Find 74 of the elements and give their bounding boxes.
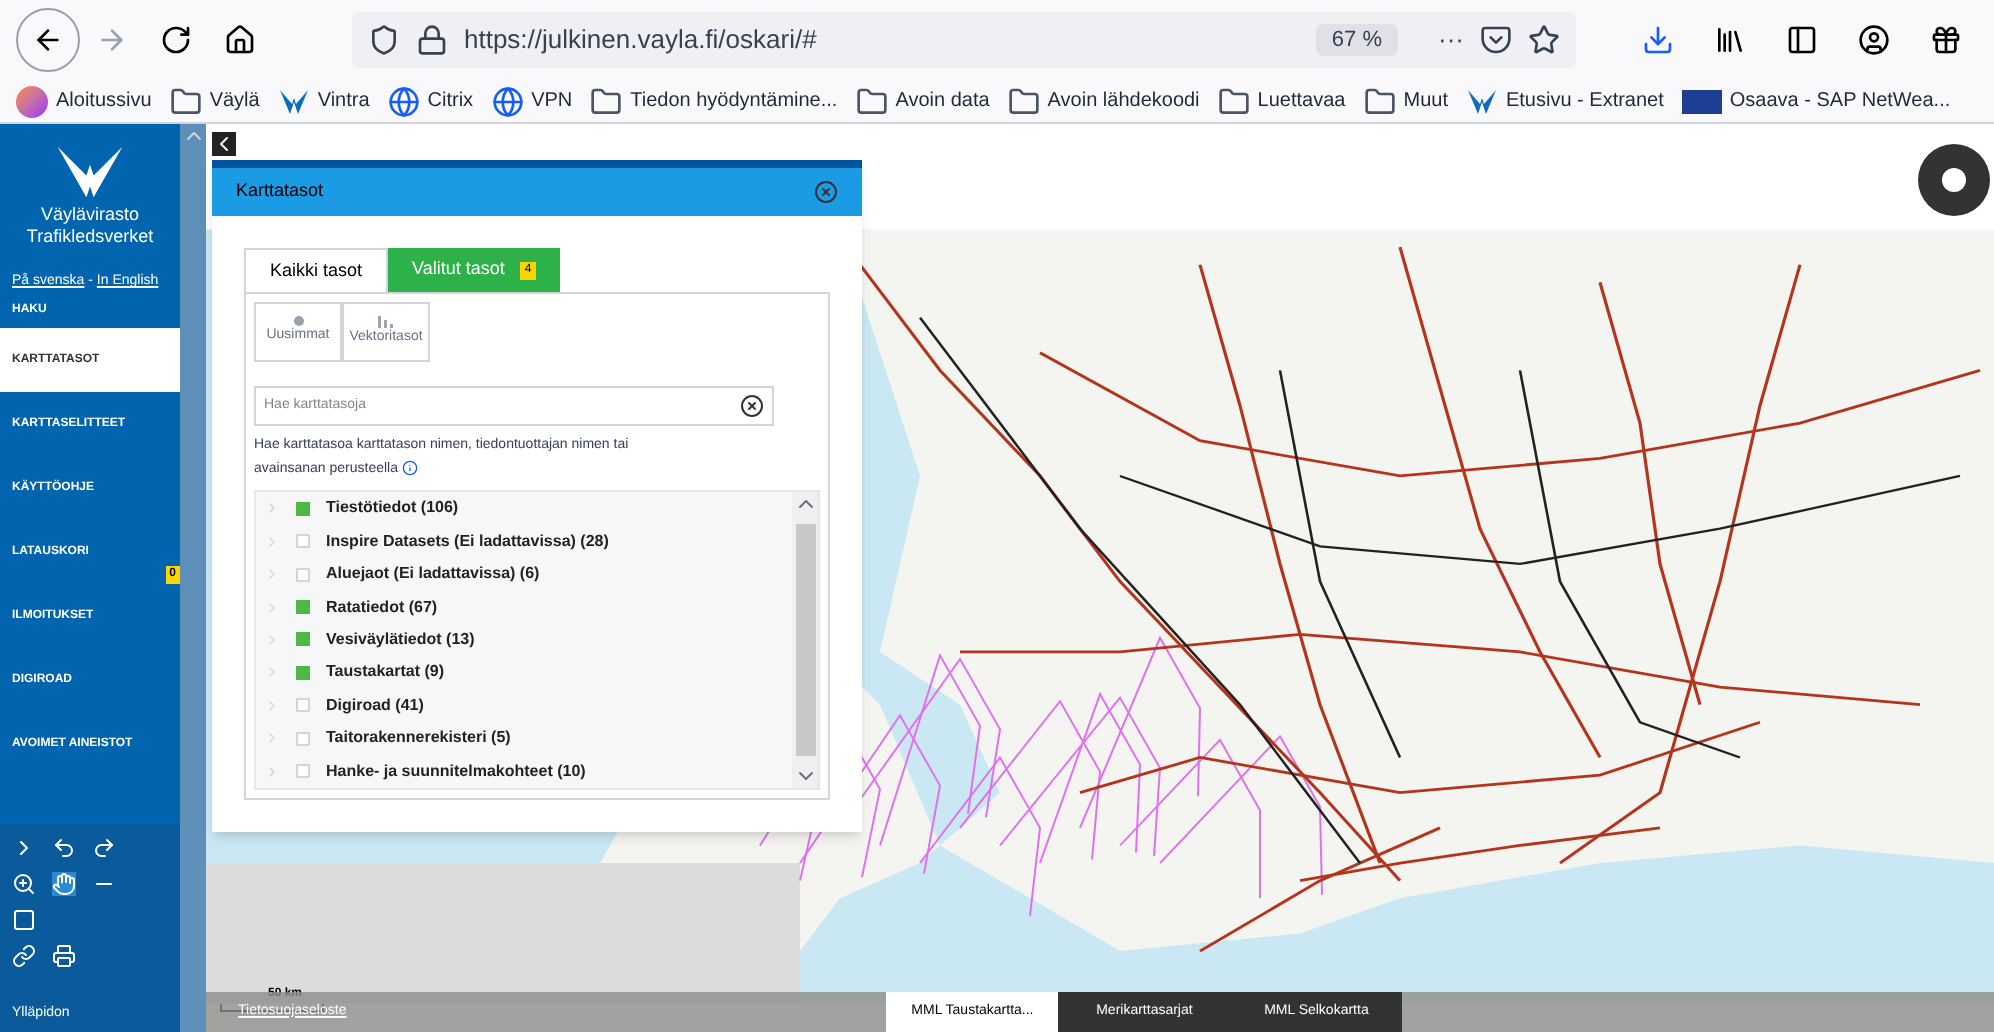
group-label: Hanke- ja suunnitelmakohteet (10)	[326, 759, 586, 784]
reload-icon[interactable]	[160, 24, 192, 56]
org-name: Trafikledsverket	[26, 226, 154, 248]
group-label: Digiroad (41)	[326, 693, 424, 718]
bookmark-item[interactable]: Citrix	[387, 85, 474, 117]
layer-group[interactable]: Vesiväylätiedot (13)	[256, 623, 792, 657]
group-label: Aluejaot (Ei ladattavissa) (6)	[326, 562, 540, 587]
home-icon[interactable]	[224, 24, 256, 56]
bookmark-item[interactable]: Etusivu - Extranet	[1465, 85, 1664, 117]
zoom-level[interactable]: 67 %	[1315, 23, 1398, 57]
folder-icon	[169, 85, 202, 117]
globe-icon	[491, 85, 524, 117]
redo-icon[interactable]	[92, 835, 116, 859]
folder-icon	[1363, 85, 1396, 117]
download-icon[interactable]	[1642, 24, 1674, 56]
close-icon[interactable]	[814, 180, 838, 204]
layer-group[interactable]: Taitorakennerekisteri (5)	[256, 722, 792, 755]
group-label: Taitorakennerekisteri (5)	[326, 726, 511, 751]
browser-logo-icon	[16, 85, 48, 117]
layer-group[interactable]: Taustakartat (9)	[256, 656, 792, 690]
pocket-icon[interactable]	[1480, 24, 1512, 56]
bookmark-item[interactable]: Avoin lähdekoodi	[1007, 85, 1200, 117]
info-icon	[401, 460, 418, 477]
layer-group[interactable]: Hanke- ja suunnitelmakohteet (10)	[256, 755, 792, 788]
group-label: Taustakartat (9)	[326, 660, 444, 685]
group-label: Tiestötiedot (106)	[326, 496, 459, 521]
pan-control[interactable]	[1918, 144, 1990, 216]
bookmark-item[interactable]: Luettavaa	[1217, 85, 1346, 117]
bookmark-item[interactable]: Tiedon hyödyntämine...	[590, 85, 838, 117]
layer-group[interactable]: Aluejaot (Ei ladattavissa) (6)	[256, 557, 792, 591]
print-icon[interactable]	[52, 943, 76, 967]
bars-icon	[378, 315, 394, 328]
bookmark-item[interactable]: VPN	[491, 85, 573, 117]
folder-icon	[1007, 85, 1040, 117]
more-actions[interactable]: ···	[1438, 20, 1464, 60]
account-icon[interactable]	[1858, 24, 1890, 56]
list-scrollbar[interactable]	[792, 492, 818, 788]
bookmark-item[interactable]: Avoin data	[855, 85, 990, 117]
bookmark-item[interactable]: Aloitussivu	[16, 85, 152, 117]
lock-icon	[416, 24, 448, 56]
undo-icon[interactable]	[52, 835, 76, 859]
back-button[interactable]	[16, 8, 80, 72]
address-bar[interactable]: https://julkinen.vayla.fi/oskari/# 67 % ···	[352, 12, 1576, 68]
extension-icon[interactable]	[1930, 24, 1962, 56]
library-icon[interactable]	[1714, 24, 1746, 56]
bookmark-item[interactable]: Vintra	[277, 85, 370, 117]
group-label: Vesiväylätiedot (13)	[326, 627, 475, 652]
folder-icon	[1217, 85, 1250, 117]
panel-tab[interactable]: Kaikki tasot	[244, 248, 389, 292]
shield-icon	[368, 24, 400, 56]
group-label: Ratatiedot (67)	[326, 595, 438, 620]
group-label: Inspire Datasets (Ei ladattavissa) (28)	[326, 529, 609, 554]
layer-group[interactable]: Inspire Datasets (Ei ladattavissa) (28)	[256, 524, 792, 558]
layer-group[interactable]: Digiroad (41)	[256, 689, 792, 723]
collapse-button[interactable]	[212, 132, 236, 156]
layer-group[interactable]: Ratatiedot (67)	[256, 590, 792, 624]
layer-group[interactable]: Tiestötiedot (106)	[256, 492, 792, 525]
bookmark-item[interactable]: Muut	[1363, 85, 1448, 117]
org-name: Väylävirasto	[40, 204, 140, 226]
sap-logo-icon	[1681, 89, 1722, 113]
globe-icon	[387, 85, 420, 117]
folder-icon	[590, 85, 623, 117]
link-icon[interactable]	[12, 943, 36, 967]
clear-icon[interactable]	[740, 394, 764, 418]
bookmark-star-icon[interactable]	[1528, 24, 1560, 56]
bookmark-item[interactable]: Osaava - SAP NetWea...	[1681, 86, 1951, 116]
folder-icon	[855, 85, 888, 117]
bookmark-item[interactable]: Väylä	[169, 85, 260, 117]
url-text: https://julkinen.vayla.fi/oskari/#	[464, 22, 817, 59]
panel-title: Karttatasot	[236, 178, 324, 205]
area-icon[interactable]	[12, 907, 36, 931]
zoom-box-icon[interactable]	[12, 871, 36, 895]
sidebar-icon[interactable]	[1786, 24, 1818, 56]
pan-icon[interactable]	[52, 871, 76, 895]
